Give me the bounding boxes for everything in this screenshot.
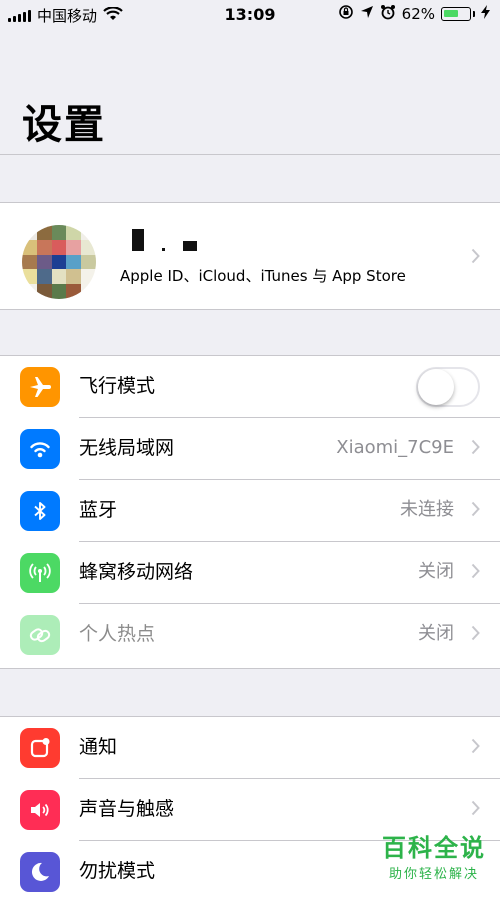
watermark-main: 百科全说 [382, 834, 486, 862]
antenna-icon [20, 553, 60, 593]
chevron-right-icon [471, 439, 480, 455]
wifi-icon [20, 429, 60, 469]
profile-name-redacted [132, 229, 197, 251]
row-hotspot[interactable]: 个人热点 关闭 [0, 604, 500, 666]
row-label: 声音与触感 [79, 798, 175, 820]
notification-icon [20, 728, 60, 768]
row-value: Xiaomi_7C9E [336, 437, 454, 458]
bluetooth-icon [20, 491, 60, 531]
watermark-sub: 助你轻松解决 [388, 867, 479, 882]
row-value: 关闭 [418, 561, 454, 582]
row-wifi[interactable]: 无线局域网 Xiaomi_7C9E [0, 418, 500, 480]
profile-subtitle: Apple ID、iCloud、iTunes 与 App Store [120, 267, 406, 285]
row-label: 通知 [79, 736, 118, 758]
watermark-logo: 百科全说 助你轻松解决 [382, 828, 486, 882]
charging-bolt-icon [481, 5, 490, 23]
battery-percent: 62% [401, 5, 435, 23]
chevron-right-icon [471, 248, 480, 264]
battery-tip [473, 11, 475, 17]
alarm-icon [380, 4, 396, 24]
connectivity-group: 飞行模式 无线局域网 Xiaomi_7C9E 蓝牙 未连接 蜂窝移动网络 关闭 [0, 355, 500, 669]
chevron-right-icon [471, 800, 480, 816]
avatar [22, 225, 96, 299]
status-bar: 中国移动 13:09 62% [0, 0, 500, 30]
speaker-icon [20, 790, 60, 830]
row-airplane: 飞行模式 [0, 356, 500, 418]
airplane-toggle[interactable] [416, 367, 480, 407]
battery-icon [441, 7, 471, 21]
title-divider [0, 154, 500, 155]
row-label: 蜂窝移动网络 [79, 561, 194, 583]
moon-icon [20, 852, 60, 892]
row-label: 无线局域网 [79, 437, 175, 459]
chevron-right-icon [471, 501, 480, 517]
status-right: 62% [338, 4, 490, 24]
apple-id-row[interactable]: Apple ID、iCloud、iTunes 与 App Store [0, 202, 500, 310]
row-value: 关闭 [418, 623, 454, 644]
row-label: 勿扰模式 [79, 860, 156, 882]
hotspot-icon [20, 615, 60, 655]
row-cellular[interactable]: 蜂窝移动网络 关闭 [0, 542, 500, 604]
page-title: 设置 [22, 102, 106, 148]
row-label: 个人热点 [79, 623, 156, 645]
row-bluetooth[interactable]: 蓝牙 未连接 [0, 480, 500, 542]
chevron-right-icon [471, 738, 480, 754]
toggle-knob [418, 369, 454, 405]
row-label: 蓝牙 [79, 499, 118, 521]
orientation-lock-icon [338, 4, 354, 24]
airplane-icon [20, 367, 60, 407]
location-icon [360, 5, 374, 23]
row-notifications[interactable]: 通知 [0, 717, 500, 779]
row-value: 未连接 [400, 499, 454, 520]
chevron-right-icon [471, 563, 480, 579]
chevron-right-icon [471, 625, 480, 641]
row-label: 飞行模式 [79, 375, 156, 397]
